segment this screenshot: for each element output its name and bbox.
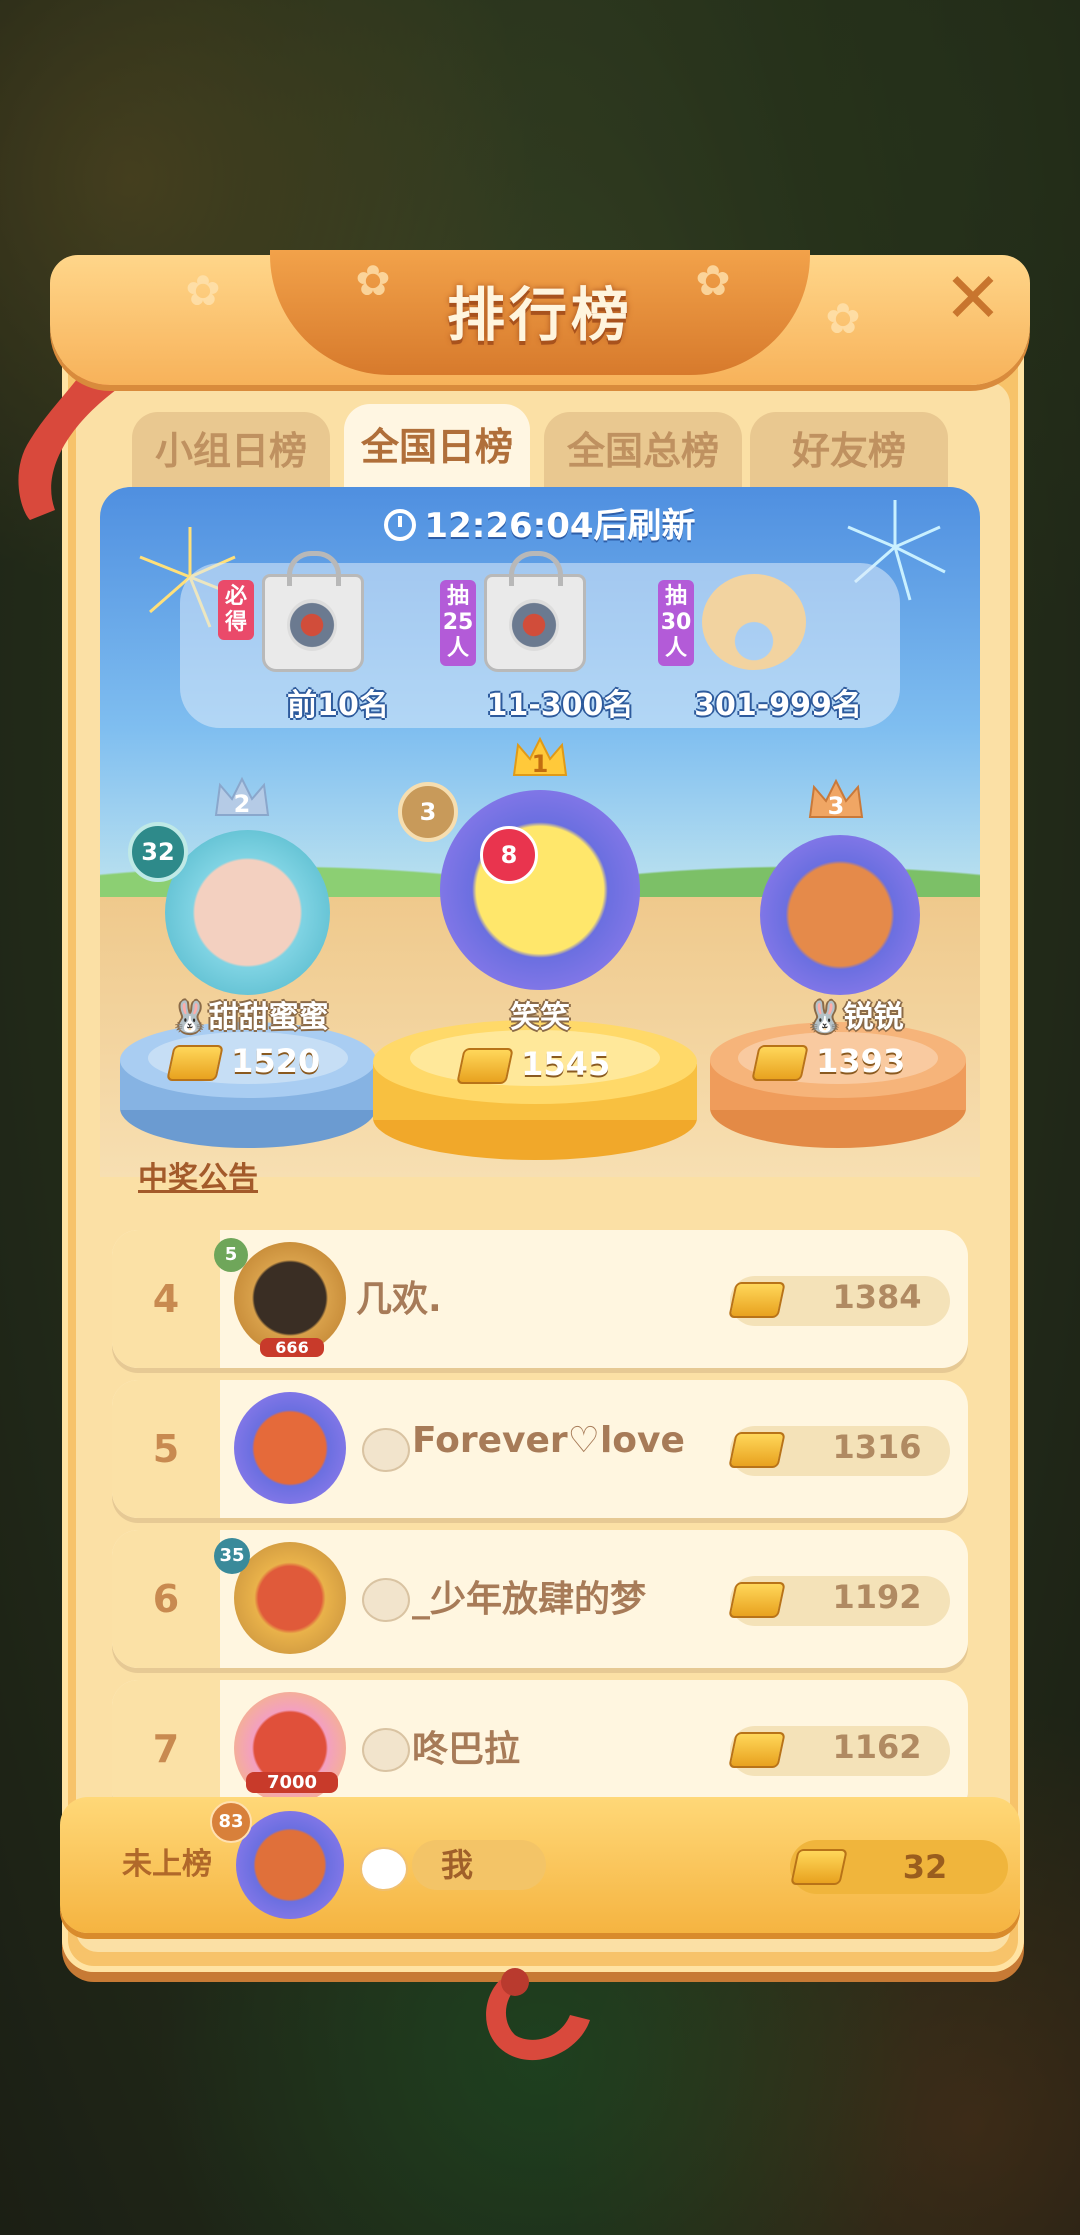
my-rank-row[interactable]: 未上榜 83 我 32 (60, 1797, 1020, 1933)
player-name: _少年放肆的梦 (412, 1579, 647, 1620)
gold-bar-icon (728, 1732, 786, 1768)
player-name: 🐰甜甜蜜蜜 (171, 1000, 329, 1035)
refresh-timer: 12:26:04后刷新 (0, 498, 1080, 547)
avatar[interactable] (165, 830, 330, 995)
list-item[interactable]: 5 Forever♡love 1316 (112, 1380, 968, 1518)
winner-announcement-link[interactable]: 中奖公告 (138, 1153, 258, 1197)
reward-tag: 抽30人 (658, 580, 694, 666)
rank-number: 2 (233, 790, 251, 818)
close-button[interactable]: ✕ (940, 263, 1006, 334)
player-score: 1393 (751, 1042, 905, 1081)
rank-number: 3 (827, 792, 845, 820)
avatar[interactable] (234, 1542, 346, 1654)
level-badge: 32 (128, 822, 188, 882)
flower-icon: ✿ (825, 294, 861, 343)
gold-bar-icon (166, 1045, 224, 1081)
rabbit-icon (362, 1428, 410, 1472)
tab-national-daily[interactable]: 全国日榜 (344, 404, 530, 490)
gold-bar-icon (456, 1048, 514, 1084)
rabbit-icon: 🐰 (171, 1000, 209, 1035)
rank-number: 4 (152, 1277, 180, 1321)
tab-group-daily[interactable]: 小组日榜 (132, 412, 330, 490)
player-name: Forever♡love (412, 1420, 685, 1461)
timer-text: 12:26:04后刷新 (424, 506, 696, 546)
rabbit-icon (362, 1728, 410, 1772)
avatar[interactable] (234, 1392, 346, 1504)
avatar[interactable] (440, 790, 640, 990)
rabbit-icon: 🐰 (806, 1000, 844, 1035)
flower-icon: ✿ (185, 266, 221, 315)
frame-label: 666 (260, 1338, 324, 1357)
ribbon-decoration (486, 1968, 590, 2061)
player-name: 几欢. (356, 1279, 442, 1320)
player-score: 1520 (166, 1042, 320, 1081)
my-rank-label: 未上榜 (122, 1847, 212, 1882)
reward-label: 301-999名 (694, 688, 862, 723)
streak-badge: 8 (480, 826, 538, 884)
reward-11-300[interactable]: 抽25人 11-300名 (440, 551, 680, 723)
frame-label: 7000 (246, 1772, 338, 1793)
gold-bar-icon (751, 1045, 809, 1081)
player-score: 1384 (832, 1278, 922, 1316)
gold-bar-icon (728, 1282, 786, 1318)
reward-301-999[interactable]: 抽30人 301-999名 (658, 570, 898, 723)
reward-label: 11-300名 (486, 688, 634, 723)
reward-tag: 抽25人 (440, 580, 476, 666)
avatar[interactable] (760, 835, 920, 995)
close-icon: ✕ (943, 257, 1003, 339)
player-score: 32 (902, 1848, 948, 1886)
gold-bar-icon (728, 1582, 786, 1618)
level-badge: 3 (398, 782, 458, 842)
bag-icon (262, 551, 364, 672)
page-title: 排行榜 (446, 281, 633, 349)
player-score: 1316 (832, 1428, 922, 1466)
player-name: 咚巴拉 (412, 1729, 521, 1770)
reward-label: 前10名 (287, 688, 389, 723)
bag-icon (484, 551, 586, 672)
clock-icon (384, 509, 417, 541)
gold-bar-icon (728, 1432, 786, 1468)
player-score: 1192 (832, 1578, 922, 1616)
tab-friends[interactable]: 好友榜 (750, 412, 948, 490)
rank-number: 5 (152, 1427, 180, 1471)
player-score: 1545 (456, 1045, 610, 1084)
rank-number: 1 (531, 750, 549, 778)
reward-top10[interactable]: 必得 前10名 (218, 551, 458, 723)
level-badge: 5 (214, 1238, 248, 1272)
pillow-icon (702, 574, 806, 670)
rabbit-icon (360, 1847, 408, 1891)
gold-bar-icon (790, 1849, 848, 1885)
player-score: 1162 (832, 1728, 922, 1766)
reward-tag: 必得 (218, 580, 254, 640)
rank-number: 6 (152, 1577, 180, 1621)
player-name: 🐰锐锐 (806, 1000, 904, 1035)
player-name: 笑笑 (510, 1000, 570, 1035)
player-name: 我 (440, 1846, 473, 1884)
tab-national-total[interactable]: 全国总榜 (544, 412, 742, 490)
list-item[interactable]: 4 5 666 几欢. 1384 (112, 1230, 968, 1368)
rabbit-icon (362, 1578, 410, 1622)
avatar[interactable] (236, 1811, 344, 1919)
list-item[interactable]: 6 35 _少年放肆的梦 1192 (112, 1530, 968, 1668)
level-badge: 83 (210, 1801, 252, 1843)
level-badge: 35 (214, 1538, 250, 1574)
